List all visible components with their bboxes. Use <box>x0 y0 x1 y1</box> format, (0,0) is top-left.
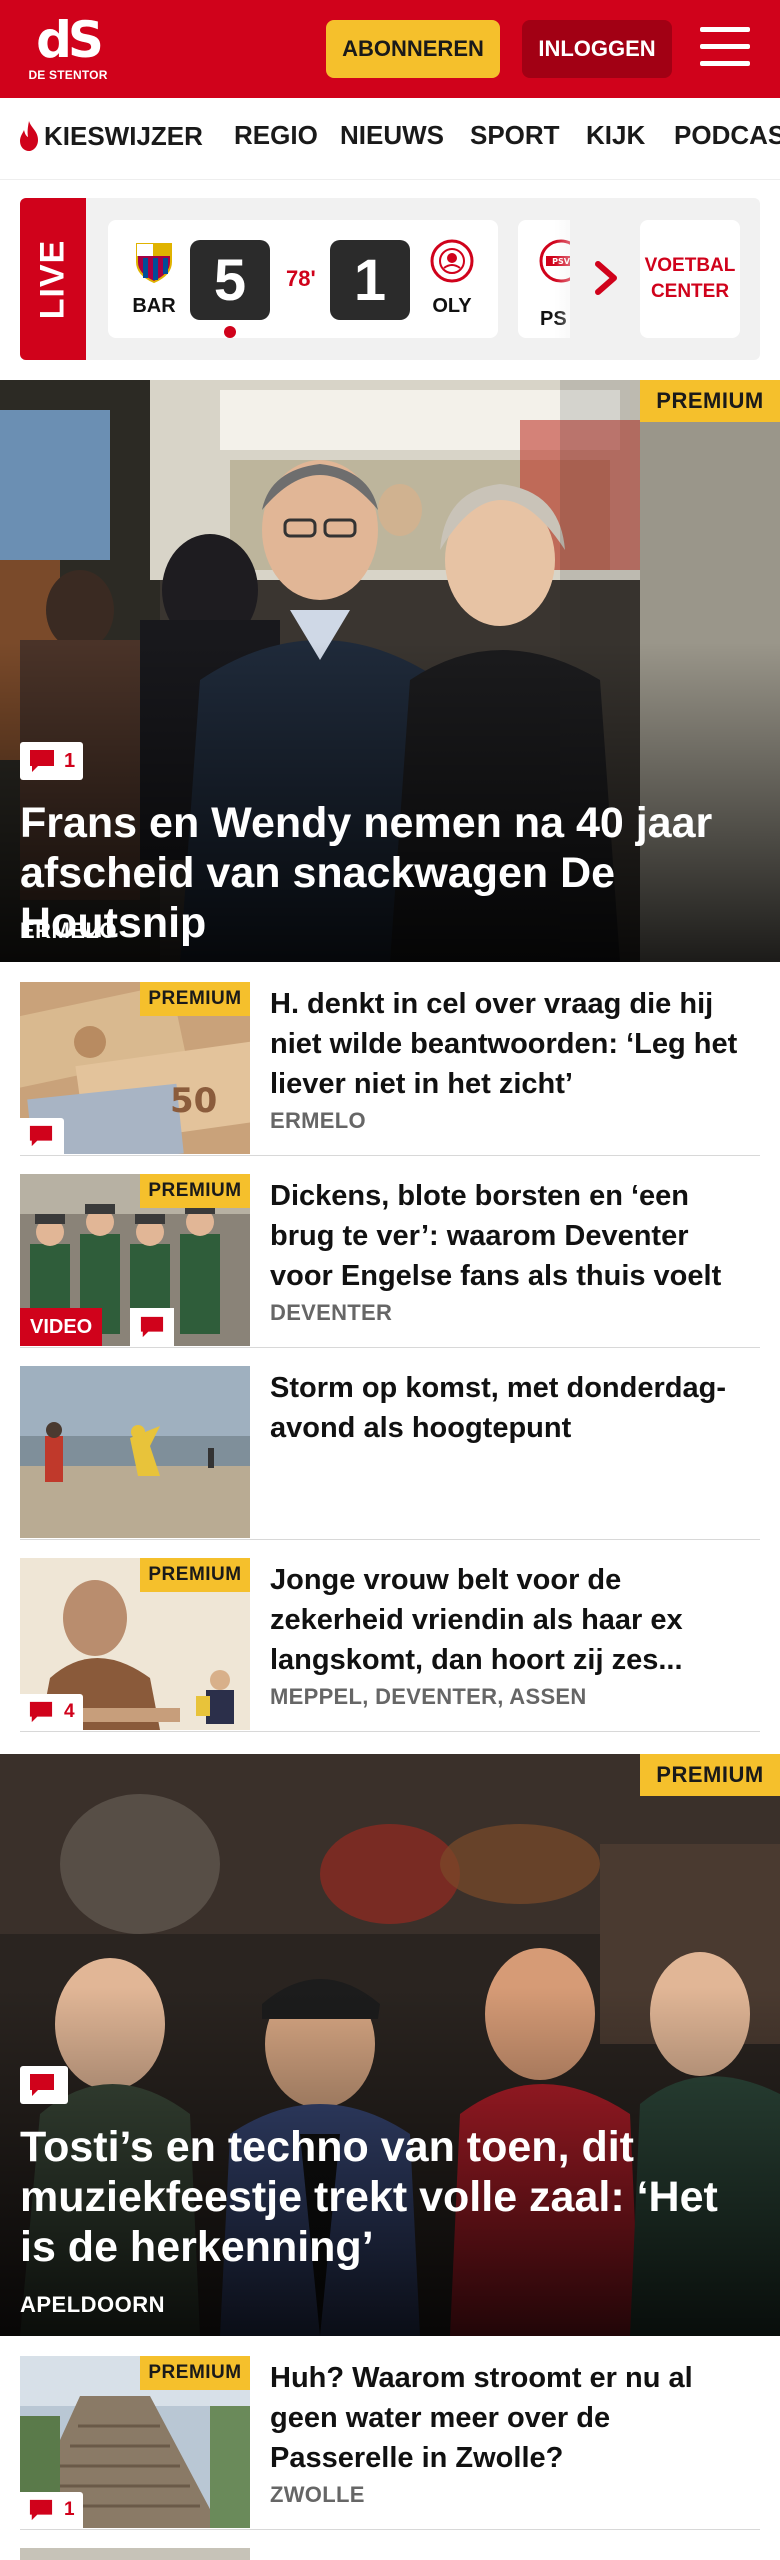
scroll-fade <box>554 220 594 338</box>
article-thumbnail: 50 PREMIUM <box>20 982 250 1154</box>
article-thumbnail <box>20 1366 250 1538</box>
premium-badge: PREMIUM <box>140 2356 250 2390</box>
nav-item-label: REGIO <box>234 120 318 150</box>
home-team-abbr: BAR <box>132 295 176 317</box>
svg-text:50: 50 <box>170 1081 217 1121</box>
comment-count: 4 <box>64 1701 75 1722</box>
comment-icon <box>29 1701 53 1723</box>
premium-badge: PREMIUM <box>140 982 250 1016</box>
comment-count-badge[interactable]: 1 <box>20 742 84 780</box>
nav-item-nieuws[interactable]: NIEUWS <box>340 120 444 151</box>
menu-icon[interactable] <box>700 27 752 71</box>
comment-icon <box>140 1316 164 1338</box>
thumb-photo-stormy-beach <box>20 1366 250 1538</box>
match-minute: 78' <box>286 266 316 291</box>
olympiacos-crest-icon <box>430 239 474 283</box>
nav-item-label: NIEUWS <box>340 120 444 150</box>
match-card[interactable]: BAR 5 78' 1 OLY <box>108 220 498 338</box>
chevron-right-icon[interactable] <box>592 258 622 298</box>
article-location: DEVENTER <box>270 1300 393 1325</box>
logo-subtitle: DE STENTOR <box>28 68 108 82</box>
comment-count-badge[interactable]: 1 <box>20 2492 83 2528</box>
premium-badge: PREMIUM <box>140 1174 250 1208</box>
premium-badge: PREMIUM <box>140 1558 250 1592</box>
barcelona-crest-icon <box>136 243 172 284</box>
away-team: OLY <box>422 238 482 318</box>
article-title[interactable]: Jonge vrouw belt voor de zekerheid vrien… <box>270 1560 758 1680</box>
list-item[interactable]: PREMIUM VIDEO Dickens, blote borsten en … <box>20 1174 760 1348</box>
hero-article[interactable]: PREMIUM 1 Frans en Wendy nemen na 40 jaa… <box>0 380 780 962</box>
nav-item-sport[interactable]: SPORT <box>470 120 560 151</box>
list-item[interactable]: Storm op komst, met donderdag­avond als … <box>20 1366 760 1540</box>
article-title[interactable]: Storm op komst, met donderdag­avond als … <box>270 1368 758 1448</box>
article-location: ZWOLLE <box>270 2482 365 2507</box>
nav-item-label: PODCAS <box>674 120 780 150</box>
section-nav: KIESWIJZER REGIO NIEUWS SPORT KIJK PODCA… <box>0 98 780 180</box>
nav-item-kijk[interactable]: KIJK <box>586 120 645 151</box>
home-team: BAR <box>124 238 184 318</box>
article-title[interactable]: Huh? Waarom stroomt er nu al geen water … <box>270 2358 758 2478</box>
nav-item-label: KIESWIJZER <box>44 120 203 151</box>
article-location: ERMELO <box>270 1108 366 1133</box>
comment-count: 1 <box>64 749 76 772</box>
article-thumbnail: PREMIUM 4 <box>20 1558 250 1730</box>
comment-badge[interactable] <box>20 1118 64 1154</box>
comment-icon <box>30 2074 54 2096</box>
list-item[interactable]: 50 PREMIUM H. denkt in cel over vraag di… <box>20 982 760 1156</box>
nav-item-kieswijzer[interactable]: KIESWIJZER <box>16 120 203 152</box>
hero-article[interactable]: PREMIUM Tosti’s en techno van toen, dit … <box>0 1754 780 2336</box>
site-logo[interactable]: dS DE STENTOR <box>28 14 108 86</box>
hero-location: ERMELO <box>20 918 118 943</box>
list-item[interactable]: PREMIUM 1 Huh? Waarom stroomt er nu al g… <box>20 2356 760 2530</box>
comment-count: 1 <box>64 2499 75 2520</box>
logo-mark: dS <box>36 11 104 69</box>
premium-badge: PREMIUM <box>640 1754 780 1796</box>
live-scores-strip: LIVE BAR 5 78' 1 OLY VOETBAL CENTER <box>20 198 760 360</box>
subscribe-button[interactable]: ABONNEREN <box>326 20 500 78</box>
list-item[interactable]: PREMIUM 4 Jonge vrouw belt voor de zeker… <box>20 1558 760 1732</box>
live-label: LIVE <box>20 198 86 360</box>
article-title[interactable]: Dickens, blote borsten en ‘een brug te v… <box>270 1176 758 1296</box>
voetbal-center-button[interactable]: VOETBAL CENTER <box>640 220 740 338</box>
video-badge[interactable]: VIDEO <box>20 1308 103 1346</box>
comment-badge[interactable] <box>130 1308 174 1346</box>
nav-item-podcast[interactable]: PODCAS <box>674 120 780 151</box>
away-score: 1 <box>330 240 410 320</box>
top-header-bar: dS DE STENTOR ABONNEREN INLOGGEN <box>0 0 780 98</box>
article-thumbnail: PREMIUM VIDEO <box>20 1174 250 1346</box>
flame-icon <box>20 121 38 151</box>
article-title[interactable]: H. denkt in cel over vraag die hij niet … <box>270 984 758 1104</box>
live-dot <box>224 326 236 338</box>
article-location: MEPPEL, DEVENTER, ASSEN <box>270 1684 587 1709</box>
hero-location: APELDOORN <box>20 2292 166 2317</box>
comment-icon <box>30 750 54 772</box>
comment-count-badge[interactable]: 4 <box>20 1694 83 1730</box>
comment-badge[interactable] <box>20 2066 68 2104</box>
article-thumbnail: PREMIUM 1 <box>20 2356 250 2528</box>
home-score: 5 <box>190 240 270 320</box>
nav-item-regio[interactable]: REGIO <box>234 120 318 151</box>
next-article-thumbnail-partial <box>20 2548 250 2560</box>
hero-headline[interactable]: Tosti’s en techno van toen, dit muziek­f… <box>20 2122 758 2272</box>
premium-badge: PREMIUM <box>640 380 780 422</box>
hero-headline[interactable]: Frans en Wendy nemen na 40 jaar afscheid… <box>20 798 758 948</box>
login-button[interactable]: INLOGGEN <box>522 20 672 78</box>
comment-icon <box>29 1125 53 1147</box>
comment-icon <box>29 2499 53 2521</box>
away-team-abbr: OLY <box>432 295 472 317</box>
nav-item-label: SPORT <box>470 120 560 150</box>
nav-item-label: KIJK <box>586 120 646 150</box>
